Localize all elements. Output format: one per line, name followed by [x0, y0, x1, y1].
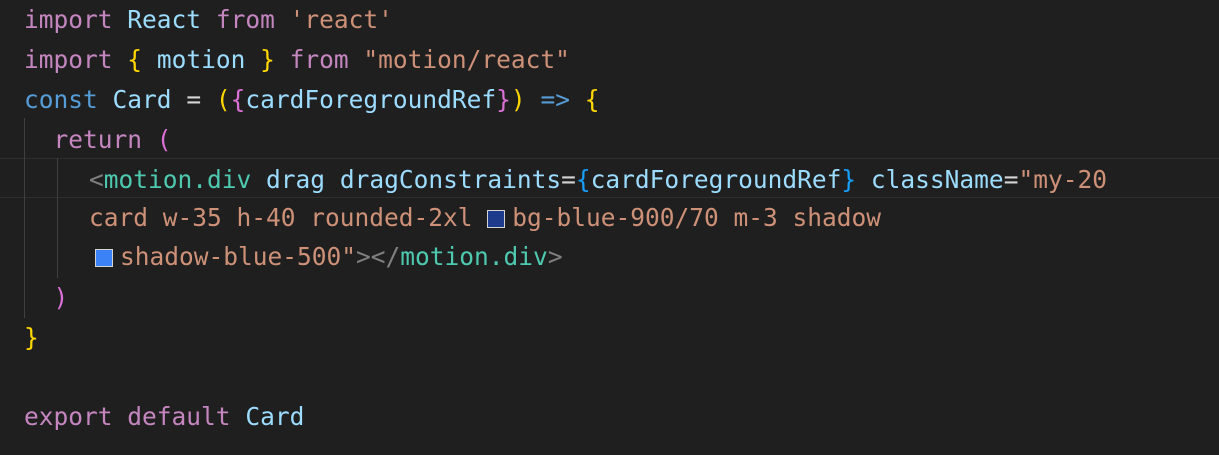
jsx-tag-motion-div: motion.div — [103, 165, 252, 194]
jsx-open-bracket: < — [89, 165, 104, 194]
paren-close: ) — [510, 85, 526, 114]
jsx-tag-motion-div: motion.div — [400, 242, 548, 271]
identifier-card-foreground-ref: cardForegroundRef — [590, 165, 842, 194]
brace-close: } — [841, 165, 857, 194]
keyword-export: export — [24, 402, 113, 431]
keyword-const: const — [24, 85, 98, 114]
code-line-1[interactable]: import React from 'react' — [24, 0, 393, 40]
keyword-return: return — [53, 125, 143, 154]
code-line-5[interactable]: <motion.div drag dragConstraints={cardFo… — [89, 160, 1107, 200]
jsx-end-open-bracket: </ — [370, 242, 401, 271]
string-classname-start: "my-20 — [1018, 165, 1107, 194]
jsx-attr-drag-constraints: dragConstraints — [339, 165, 562, 194]
brace-open: { — [230, 85, 246, 114]
keyword-from: from — [215, 5, 275, 34]
color-swatch-icon[interactable] — [487, 210, 506, 228]
indent-guide — [57, 158, 58, 278]
code-line-9[interactable]: } — [24, 318, 39, 358]
identifier-react: React — [127, 5, 202, 34]
brace-close: } — [24, 323, 39, 352]
jsx-attr-classname: className — [870, 165, 1004, 194]
keyword-from: from — [289, 45, 349, 74]
identifier-card: Card — [245, 402, 305, 431]
paren-open: ( — [215, 85, 231, 114]
brace-close: } — [260, 45, 275, 74]
string-module: 'react' — [289, 5, 393, 34]
param-card-foreground-ref: cardForegroundRef — [245, 85, 497, 114]
identifier-card: Card — [112, 85, 172, 114]
jsx-close-bracket: > — [356, 242, 371, 271]
code-line-2[interactable]: import { motion } from "motion/react" — [24, 40, 570, 80]
code-line-11[interactable]: export default Card — [24, 397, 304, 437]
string-module: "motion/react" — [363, 45, 570, 74]
operator-assign: = — [186, 85, 202, 114]
operator-assign: = — [561, 165, 576, 194]
brace-close: } — [496, 85, 511, 114]
keyword-import: import — [24, 5, 113, 34]
paren-open: ( — [156, 125, 172, 154]
keyword-default: default — [127, 402, 231, 431]
code-editor[interactable]: import React from 'react' import { motio… — [0, 0, 1219, 455]
string-classname-part: card w-35 h-40 rounded-2xl — [89, 203, 473, 232]
paren-close: ) — [53, 283, 69, 312]
operator-assign: = — [1003, 165, 1019, 194]
keyword-import: import — [24, 45, 113, 74]
color-swatch-icon[interactable] — [95, 249, 113, 267]
identifier-motion: motion — [156, 45, 246, 74]
brace-open: { — [584, 85, 600, 114]
code-line-8[interactable]: ) — [24, 278, 69, 318]
brace-open: { — [575, 165, 591, 194]
code-line-7[interactable]: shadow-blue-500"></motion.div> — [95, 237, 563, 277]
code-line-4[interactable]: return ( — [24, 120, 172, 160]
jsx-attr-drag: drag — [266, 165, 326, 194]
string-classname-end: shadow-blue-500" — [120, 242, 357, 271]
code-line-6[interactable]: card w-35 h-40 rounded-2xl bg-blue-900/7… — [89, 198, 881, 238]
code-line-3[interactable]: const Card = ({cardForegroundRef}) => { — [24, 80, 599, 120]
string-classname-part: bg-blue-900/70 m-3 shadow — [512, 203, 882, 232]
brace-open: { — [127, 45, 143, 74]
jsx-end-close-bracket: > — [547, 242, 563, 271]
arrow-operator: => — [540, 85, 570, 114]
